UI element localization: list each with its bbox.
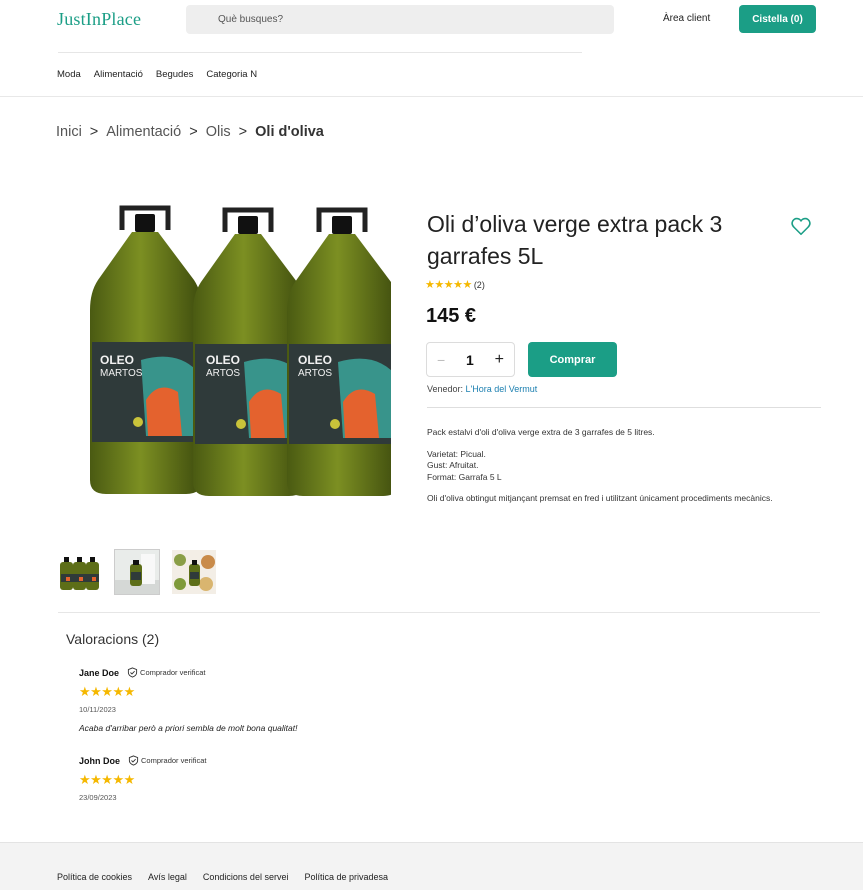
category-nav: Moda Alimentació Begudes Categoria N xyxy=(57,69,270,80)
breadcrumb-current: Oli d'oliva xyxy=(255,124,324,140)
review-stars: ★★★★★ xyxy=(79,772,135,787)
svg-text:OLEO: OLEO xyxy=(298,353,332,367)
product-rating[interactable]: ★★★★★ (2) xyxy=(425,278,485,291)
svg-text:ARTOS: ARTOS xyxy=(206,368,240,379)
breadcrumb-separator: > xyxy=(89,124,99,140)
svg-text:MARTOS: MARTOS xyxy=(100,368,143,379)
footer: Política de cookies Avís legal Condicion… xyxy=(0,842,863,890)
verified-check-icon xyxy=(127,667,138,678)
svg-text:ARTOS: ARTOS xyxy=(298,368,332,379)
review-author: John Doe xyxy=(79,755,121,766)
product-description: Pack estalvi d'oli d'oliva verge extra d… xyxy=(427,427,817,515)
info-divider xyxy=(427,407,821,408)
seller-link[interactable]: L'Hora del Vermut xyxy=(466,384,538,394)
description-format: Format: Garrafa 5 L xyxy=(427,471,502,482)
svg-text:OLEO: OLEO xyxy=(206,353,240,367)
rating-stars: ★★★★★ xyxy=(425,279,472,291)
thumbnail-1[interactable] xyxy=(57,549,103,595)
header-divider xyxy=(58,52,582,53)
review-item: Jane Doe Comprador verificat ★★★★★ 10/11… xyxy=(79,667,679,733)
seller-info: Venedor: L'Hora del Vermut xyxy=(427,384,537,394)
buy-button[interactable]: Comprar xyxy=(528,342,617,377)
site-logo[interactable]: JustInPlace xyxy=(57,9,141,30)
search-input[interactable]: Què busques? xyxy=(186,5,614,34)
search-placeholder: Què busques? xyxy=(218,14,284,25)
review-stars: ★★★★★ xyxy=(79,684,135,699)
thumbnail-strip xyxy=(57,549,217,595)
description-detail: Oli d'oliva obtingut mitjançant premsat … xyxy=(427,493,773,503)
review-date: 23/09/2023 xyxy=(79,793,117,802)
review-item: John Doe Comprador verificat ★★★★★ 23/09… xyxy=(79,755,679,802)
product-title: Oli d’oliva verge extra pack 3 garrafes … xyxy=(427,211,723,269)
breadcrumb-separator: > xyxy=(189,124,198,140)
footer-link-cookies[interactable]: Política de cookies xyxy=(57,872,132,882)
footer-link-avis-legal[interactable]: Avís legal xyxy=(148,872,187,882)
breadcrumb-separator: > xyxy=(238,124,248,140)
reviews-divider xyxy=(58,612,820,613)
review-text: Acaba d'arribar però a priori sembla de … xyxy=(79,723,298,733)
description-intro: Pack estalvi d'oli d'oliva verge extra d… xyxy=(427,427,655,437)
thumbnail-3[interactable] xyxy=(171,549,217,595)
review-author: Jane Doe xyxy=(79,667,120,678)
verified-check-icon xyxy=(128,755,139,766)
nav-divider xyxy=(0,96,863,97)
nav-item-begudes[interactable]: Begudes xyxy=(156,69,194,80)
verified-label: Comprador verificat xyxy=(140,668,206,677)
area-client-link[interactable]: Àrea client xyxy=(663,13,710,24)
description-gust: Gust: Afruitat. xyxy=(427,460,479,470)
rating-count: (2) xyxy=(473,279,485,290)
quantity-decrease-button[interactable]: − xyxy=(437,352,445,368)
footer-link-condicions[interactable]: Condicions del servei xyxy=(203,872,289,882)
product-price: 145 € xyxy=(426,305,477,327)
reviews-title: Valoracions (2) xyxy=(66,631,160,647)
breadcrumb-inici[interactable]: Inici xyxy=(56,124,82,140)
nav-item-moda[interactable]: Moda xyxy=(57,69,81,80)
bottle-label-text: OLEO xyxy=(100,353,134,367)
breadcrumb-alimentacio[interactable]: Alimentació xyxy=(106,124,181,140)
review-date: 10/11/2023 xyxy=(79,705,116,714)
product-main-image[interactable]: OLEO MARTOS OLEO ARTOS OLEO ARTOS xyxy=(86,200,391,500)
nav-item-alimentacio[interactable]: Alimentació xyxy=(94,69,143,80)
verified-badge: Comprador verificat xyxy=(128,755,206,766)
footer-link-privadesa[interactable]: Política de privadesa xyxy=(304,872,388,882)
footer-links: Política de cookies Avís legal Condicion… xyxy=(57,872,404,882)
quantity-increase-button[interactable]: + xyxy=(495,351,504,369)
cart-button[interactable]: Cistella (0) xyxy=(739,5,816,33)
quantity-stepper: − 1 + xyxy=(426,342,515,377)
seller-label: Venedor: xyxy=(427,384,464,394)
nav-item-categoria-n[interactable]: Categoria N xyxy=(206,69,257,80)
breadcrumb-olis[interactable]: Olis xyxy=(206,124,231,140)
verified-badge: Comprador verificat xyxy=(127,667,205,678)
quantity-value[interactable]: 1 xyxy=(466,352,474,368)
heart-icon[interactable] xyxy=(790,215,812,237)
thumbnail-2[interactable] xyxy=(114,549,160,595)
breadcrumb: Inici > Alimentació > Olis > Oli d'oliva xyxy=(56,124,324,140)
verified-label: Comprador verificat xyxy=(141,756,207,765)
description-varietat: Varietat: Picual. xyxy=(427,448,486,459)
